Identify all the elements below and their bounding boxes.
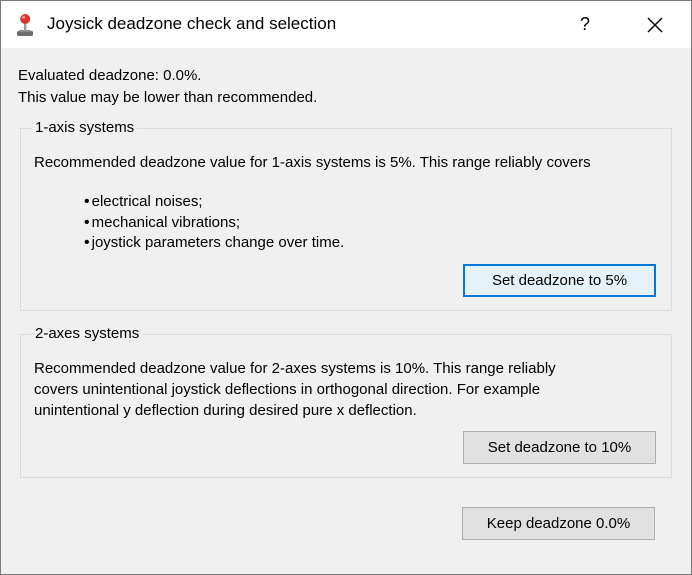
two-axes-group-title: 2-axes systems [32, 325, 143, 342]
two-axes-group: 2-axes systems Recommended deadzone valu… [20, 325, 672, 478]
joystick-icon [17, 14, 33, 36]
close-icon [647, 17, 663, 32]
help-button-label: ? [579, 14, 590, 34]
set-deadzone-5-button[interactable]: Set deadzone to 5% [463, 264, 656, 297]
help-button[interactable]: ? [562, 1, 608, 48]
two-axes-description-line: covers unintentional joystick deflection… [34, 381, 541, 398]
two-axes-description-line: unintentional y deflection during desire… [34, 402, 417, 419]
evaluated-deadzone-text: Evaluated deadzone: 0.0%. [18, 67, 202, 84]
one-axis-group: 1-axis systems Recommended deadzone valu… [20, 119, 672, 311]
list-item: electrical noises; [84, 192, 344, 213]
one-axis-group-title: 1-axis systems [32, 119, 138, 136]
one-axis-bullet-list: electrical noises; mechanical vibrations… [84, 192, 345, 254]
list-item: mechanical vibrations; [84, 213, 344, 234]
two-axes-description-line: Recommended deadzone value for 2-axes sy… [34, 360, 556, 377]
close-button[interactable] [632, 1, 678, 48]
dialog-window: Joysick deadzone check and selection ? E… [0, 0, 692, 575]
keep-deadzone-button[interactable]: Keep deadzone 0.0% [462, 507, 655, 540]
title-bar[interactable]: Joysick deadzone check and selection ? [1, 1, 691, 48]
set-deadzone-10-button[interactable]: Set deadzone to 10% [463, 431, 656, 464]
one-axis-description: Recommended deadzone value for 1-axis sy… [34, 154, 591, 171]
window-title: Joysick deadzone check and selection [47, 14, 337, 33]
deadzone-warning-text: This value may be lower than recommended… [18, 89, 318, 106]
list-item: joystick parameters change over time. [84, 233, 345, 254]
